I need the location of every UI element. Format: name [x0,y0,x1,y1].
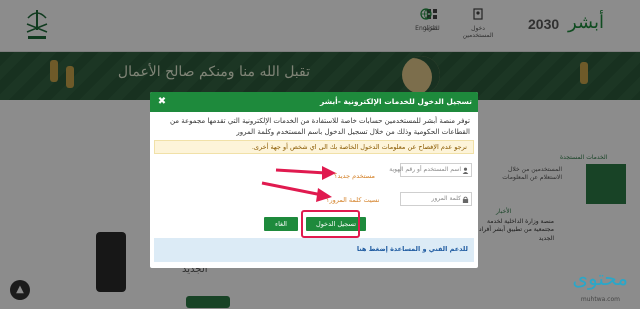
user-icon [462,167,469,174]
watermark-logo-text: محتوى [572,266,628,290]
muhtwa-watermark: محتوى muhtwa.com [538,264,634,308]
new-user-link[interactable]: مستخدم جديد؟ [334,172,375,180]
support-banner[interactable]: للدعم الفني و المساعدة إضغط هنا [154,238,474,262]
cancel-button[interactable]: الغاء [264,217,298,231]
password-field[interactable]: كلمة المرور [400,192,472,206]
forgot-password-link[interactable]: نسيت كلمة المرور؟ [326,196,379,204]
lock-icon [462,196,469,203]
modal-header: تسجيل الدخول للخدمات الإلكترونية -أبشر ✖ [150,92,478,112]
watermark-url: muhtwa.com [580,296,620,303]
username-field[interactable]: اسم المستخدم أو رقم الهوية [389,163,472,177]
close-icon[interactable]: ✖ [156,95,168,108]
privacy-warning-text: نرجو عدم الإفصاح عن معلومات الدخول الخاص… [251,143,467,151]
modal-intro-text: توفر منصة أبشر للمستخدمين حسابات خاصة لل… [169,117,470,136]
password-placeholder: كلمة المرور [431,195,461,202]
username-placeholder: اسم المستخدم أو رقم الهوية [389,166,461,173]
modal-title: تسجيل الدخول للخدمات الإلكترونية -أبشر [320,97,472,106]
login-button-highlight [301,210,360,238]
support-link[interactable]: للدعم الفني و المساعدة إضغط هنا [357,245,468,253]
login-modal: تسجيل الدخول للخدمات الإلكترونية -أبشر ✖… [150,92,478,268]
privacy-warning: نرجو عدم الإفصاح عن معلومات الدخول الخاص… [154,140,474,154]
